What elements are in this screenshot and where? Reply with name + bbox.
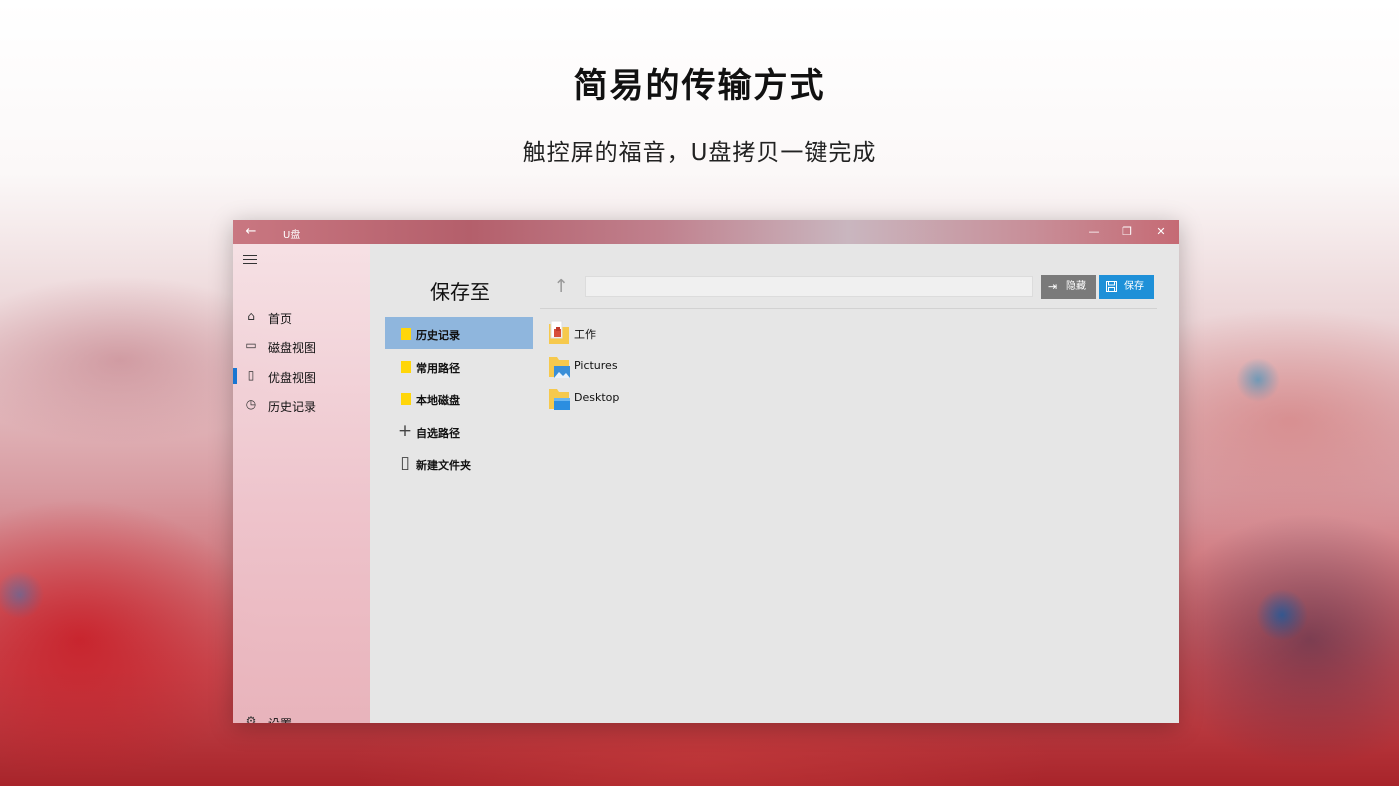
maximize-button[interactable]: ❐ [1117,223,1137,241]
sidebar: ⌂ 首页 ▭ 磁盘视图 ▯ 优盘视图 ◷ 历史记录 ⚙ 设置 [233,244,370,723]
app-window: ← U盘 — ❐ ✕ ⌂ 首页 ▭ 磁盘视图 ▯ 优盘视图 ◷ 历史记录 ⚙ 设… [233,220,1179,723]
hamburger-menu-icon[interactable] [243,252,257,266]
folder-marker-icon [401,393,411,405]
folder-icon [547,320,571,346]
main-content: 保存至 历史记录 常用路径 本地磁盘 + 自选路径 ▯ 新建文件夹 ↑ ⇥ 隐藏 [370,244,1179,723]
promo-title: 简易的传输方式 [573,66,826,106]
list-item[interactable]: 工作 [545,317,845,349]
save-target-label: 新建文件夹 [416,459,471,472]
title-bar: ← U盘 — ❐ ✕ [233,220,1179,244]
desktop-folder-icon [547,385,571,411]
new-folder-button[interactable]: ▯ 新建文件夹 [385,447,533,479]
save-target-custom-path[interactable]: + 自选路径 [385,415,533,447]
save-target-label: 本地磁盘 [416,394,460,407]
list-item[interactable]: Pictures [545,350,845,382]
hide-panel-icon: ⇥ [1048,280,1058,293]
save-to-heading: 保存至 [430,280,490,304]
sidebar-item-label: 设置 [268,715,292,723]
sidebar-item-label: 磁盘视图 [268,341,317,355]
home-icon: ⌂ [247,309,255,323]
disk-icon: ▭ [245,338,257,352]
close-button[interactable]: ✕ [1151,223,1171,241]
save-target-local-disk[interactable]: 本地磁盘 [385,382,533,414]
pictures-folder-icon [547,353,571,379]
minimize-button[interactable]: — [1084,223,1104,241]
usb-drive-icon: ▯ [247,368,255,382]
hide-button[interactable]: ⇥ 隐藏 [1041,275,1096,299]
sidebar-item-disk-view[interactable]: ▭ 磁盘视图 [233,333,370,359]
floppy-disk-icon [1106,275,1117,301]
file-name: Desktop [574,391,620,404]
sidebar-item-usb-view[interactable]: ▯ 优盘视图 [233,363,370,389]
up-arrow-icon[interactable]: ↑ [551,276,571,298]
list-item[interactable]: Desktop [545,382,845,414]
sidebar-item-label: 历史记录 [268,400,317,414]
back-arrow-icon[interactable]: ← [243,224,259,240]
folder-marker-icon [401,328,411,340]
save-button[interactable]: 保存 [1099,275,1154,299]
promo-subtitle: 触控屏的福音，U盘拷贝一键完成 [522,140,877,166]
history-clock-icon: ◷ [245,397,257,411]
save-target-label: 自选路径 [416,427,460,440]
new-folder-icon: ▯ [400,453,410,473]
save-target-history[interactable]: 历史记录 [385,317,533,349]
save-button-label: 保存 [1124,281,1144,292]
save-target-label: 常用路径 [416,362,460,375]
sidebar-item-home[interactable]: ⌂ 首页 [233,304,370,330]
save-target-label: 历史记录 [416,329,460,342]
sidebar-item-history[interactable]: ◷ 历史记录 [233,392,370,418]
file-name: 工作 [574,328,596,341]
sidebar-item-label: 优盘视图 [268,371,317,385]
sidebar-item-settings[interactable]: ⚙ 设置 [233,709,370,723]
folder-marker-icon [401,361,411,373]
window-title: U盘 [283,230,301,241]
toolbar-divider [540,308,1157,309]
path-input[interactable] [585,276,1033,297]
hide-button-label: 隐藏 [1066,281,1086,292]
selection-indicator [233,368,237,384]
gear-icon: ⚙ [245,714,257,723]
file-name: Pictures [574,359,618,372]
plus-icon: + [397,421,413,441]
sidebar-item-label: 首页 [268,312,293,326]
save-target-common-paths[interactable]: 常用路径 [385,350,533,382]
